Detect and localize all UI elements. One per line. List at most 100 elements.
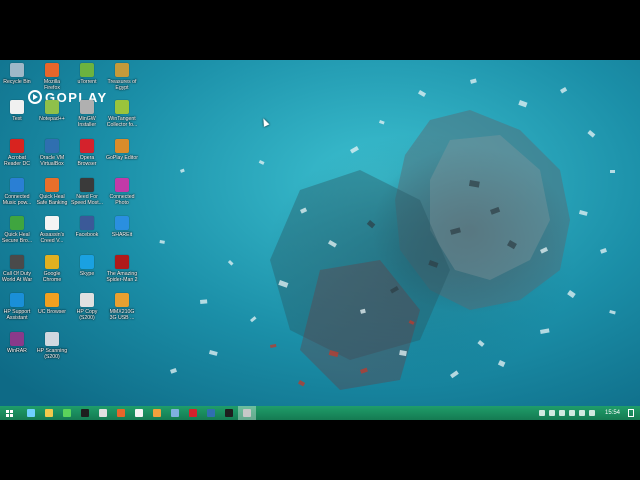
utorrent-icon xyxy=(80,63,94,77)
desktop-icon-label: Call Of Duty World At War xyxy=(1,271,33,283)
quickheal-browser-icon xyxy=(10,216,24,230)
taskbar-app-button[interactable] xyxy=(112,406,130,420)
desktop-icon-label: Quick Heal Safe Banking xyxy=(36,194,68,206)
edge-icon xyxy=(27,409,35,417)
desktop-icon[interactable]: Opera Browser xyxy=(70,139,104,167)
windows-start-icon xyxy=(5,409,13,417)
desktop-icon[interactable]: Google Chrome xyxy=(35,255,69,283)
taskbar-app-button[interactable] xyxy=(238,406,256,420)
desktop-icon[interactable]: Oracle VM VirtualBox xyxy=(35,139,69,167)
desktop-icon-label: Need For Speed Most... xyxy=(70,194,103,206)
desktop-icon[interactable]: UC Browser xyxy=(35,293,69,315)
firefox-taskbar-icon xyxy=(117,409,125,417)
hp-support-icon xyxy=(10,293,24,307)
action-center-icon[interactable] xyxy=(548,410,555,416)
taskbar-app-button[interactable] xyxy=(40,406,58,420)
system-tray: 15:54 xyxy=(538,406,640,420)
desktop-icon[interactable]: Notepad++ xyxy=(35,100,69,122)
desktop-icon[interactable]: Recycle Bin xyxy=(0,63,34,85)
desktop-icon-label: Text xyxy=(12,116,22,122)
desktop-icon-label: MMX210G 3G USB ... xyxy=(109,309,135,321)
calculator-icon xyxy=(171,409,179,417)
taskbar: 15:54 xyxy=(0,406,640,420)
desktop-icon[interactable]: HP Support Assistant xyxy=(0,293,34,321)
taskbar-app-button[interactable] xyxy=(22,406,40,420)
keyboard-icon[interactable] xyxy=(588,410,595,416)
desktop-icon-label: WinTangent Collector fo... xyxy=(106,116,138,128)
desktop-icon[interactable]: Connected Music pow... xyxy=(0,178,34,206)
desktop-icon-label: HP Support Assistant xyxy=(3,309,31,321)
facebook-icon xyxy=(80,216,94,230)
hp-icon xyxy=(99,409,107,417)
text-file-icon xyxy=(10,100,24,114)
taskbar-app-button[interactable] xyxy=(76,406,94,420)
desktop-icon[interactable]: Acrobat Reader DC xyxy=(0,139,34,167)
wintangent-icon xyxy=(115,100,129,114)
spiderman-icon xyxy=(115,255,129,269)
desktop-icon[interactable]: Call Of Duty World At War xyxy=(0,255,34,283)
taskbar-app-button[interactable] xyxy=(58,406,76,420)
desktop-icon[interactable]: HP Scanning (S200) xyxy=(35,332,69,360)
taskbar-apps xyxy=(22,406,256,420)
media-player-icon xyxy=(81,409,89,417)
store-icon xyxy=(63,409,71,417)
desktop-icon[interactable]: The Amazing Spider-Man 2 xyxy=(105,255,139,283)
desktop[interactable]: GOPLAY Recycle Bin Mozilla Firefox uTorren… xyxy=(0,60,640,406)
clock[interactable]: 15:54 xyxy=(605,410,620,416)
desktop-icon[interactable]: WinRAR xyxy=(0,332,34,354)
desktop-icon[interactable]: MMX210G 3G USB ... xyxy=(105,293,139,321)
taskbar-app-button[interactable] xyxy=(184,406,202,420)
desktop-icon[interactable]: Mozilla Firefox xyxy=(35,63,69,91)
desktop-icon[interactable]: WinTangent Collector fo... xyxy=(105,100,139,128)
desktop-icon[interactable]: Connected Photo xyxy=(105,178,139,206)
treasures-icon xyxy=(115,63,129,77)
desktop-icon[interactable]: Treasures of Egypt xyxy=(105,63,139,91)
desktop-icon-label: UC Browser xyxy=(38,309,66,315)
desktop-icon[interactable]: Assassin's Creed V... xyxy=(35,216,69,244)
desktop-icon-label: uTorrent xyxy=(77,79,97,85)
battery-icon[interactable] xyxy=(558,410,565,416)
desktop-icon[interactable]: HP Copy (S200) xyxy=(70,293,104,321)
desktop-icon[interactable]: SHAREit xyxy=(105,216,139,238)
notepadpp-icon xyxy=(45,100,59,114)
show-desktop-button[interactable] xyxy=(628,409,634,417)
desktop-icon[interactable]: Facebook xyxy=(70,216,104,238)
desktop-icon-label: Recycle Bin xyxy=(3,79,31,85)
desktop-icon[interactable]: Quick Heal Safe Banking xyxy=(35,178,69,206)
tray-icons xyxy=(538,410,595,416)
desktop-icon[interactable]: Text xyxy=(0,100,34,122)
desktop-icon[interactable]: Need For Speed Most... xyxy=(70,178,104,206)
desktop-icon-label: HP Scanning (S200) xyxy=(36,348,68,360)
volume-icon[interactable] xyxy=(578,410,585,416)
connected-photo-icon xyxy=(115,178,129,192)
photos-icon xyxy=(135,409,143,417)
chrome-icon xyxy=(45,255,59,269)
shareit-icon xyxy=(115,216,129,230)
desktop-icon-label: HP Copy (S200) xyxy=(76,309,98,321)
desktop-icon-label: MinGW Installer xyxy=(77,116,97,128)
taskbar-app-button[interactable] xyxy=(148,406,166,420)
acrobat-icon xyxy=(10,139,24,153)
taskbar-app-button[interactable] xyxy=(94,406,112,420)
desktop-icon-label: Oracle VM VirtualBox xyxy=(39,155,65,167)
desktop-icon-label: GoPlay Editor xyxy=(105,155,138,161)
taskbar-app-button[interactable] xyxy=(220,406,238,420)
terminal-icon xyxy=(225,409,233,417)
desktop-icon-label: Connected Photo xyxy=(109,194,135,206)
letterbox-top xyxy=(0,0,640,60)
network-icon[interactable] xyxy=(538,410,545,416)
desktop-icon[interactable]: uTorrent xyxy=(70,63,104,85)
wifi-icon[interactable] xyxy=(568,410,575,416)
taskbar-app-button[interactable] xyxy=(166,406,184,420)
desktop-icon[interactable]: Skype xyxy=(70,255,104,277)
desktop-icon[interactable]: Quick Heal Secure Bro... xyxy=(0,216,34,244)
skype-icon xyxy=(80,255,94,269)
taskbar-app-button[interactable] xyxy=(202,406,220,420)
quickheal-banking-icon xyxy=(45,178,59,192)
desktop-icon[interactable]: MinGW Installer xyxy=(70,100,104,128)
taskbar-app-button[interactable] xyxy=(130,406,148,420)
start-button[interactable] xyxy=(0,406,18,420)
desktop-icon[interactable]: GoPlay Editor xyxy=(105,139,139,161)
desktop-icon-label: Notepad++ xyxy=(39,116,65,122)
desktop-icon-label: Quick Heal Secure Bro... xyxy=(1,232,33,244)
